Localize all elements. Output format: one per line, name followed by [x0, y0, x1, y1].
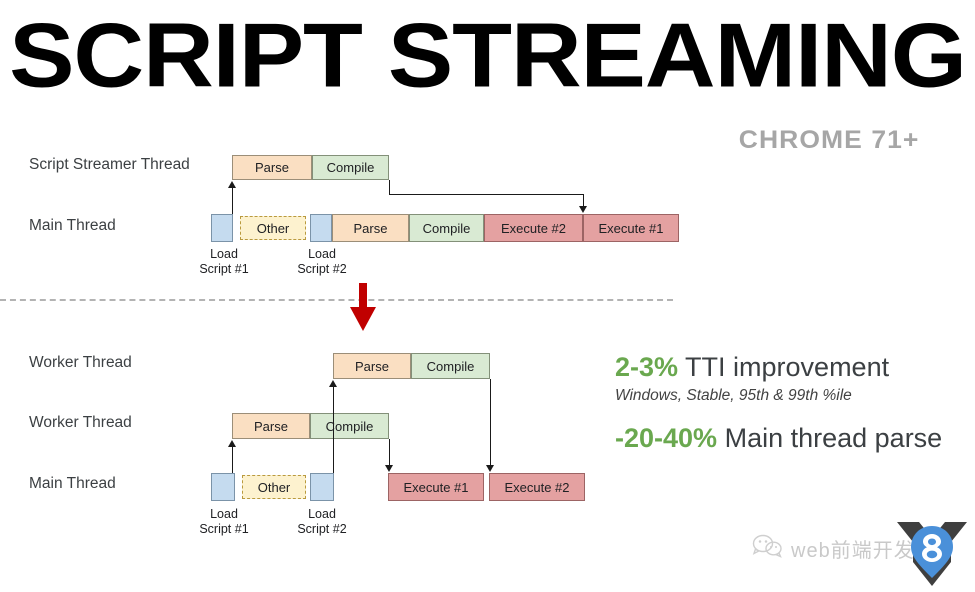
bottom-connector-load2-to-worker2-arrowhead	[329, 380, 337, 387]
top-caption-load-script-1-line1: Load	[210, 247, 238, 261]
stat-parse-label: Main thread parse	[724, 423, 943, 453]
top-connector-load1-to-parse-shaft	[232, 188, 233, 214]
bottom-connector-worker2-to-execute2-shaft	[490, 379, 491, 466]
transition-red-arrow-shaft	[359, 283, 367, 309]
bottom-connector-load1-to-worker1-shaft	[232, 447, 233, 473]
stat-tti-improvement: 2-3% TTI improvement	[615, 352, 889, 382]
bottom-row-label-main-thread: Main Thread	[29, 475, 116, 492]
bottom-caption-load-script-2: Load Script #2	[280, 507, 364, 537]
bottom-row-label-worker-thread-2: Worker Thread	[29, 354, 132, 371]
bottom-connector-worker2-to-execute2-arrowhead	[486, 465, 494, 472]
bottom-main-block-execute-2: Execute #2	[489, 473, 585, 501]
top-row-label-main-thread: Main Thread	[29, 217, 116, 234]
transition-red-arrow-head	[350, 307, 376, 331]
bottom-caption-load-script-2-line2: Script #2	[297, 522, 347, 536]
top-streamer-block-parse: Parse	[232, 155, 312, 180]
stat-parse-percentage: -20-40%	[615, 423, 718, 453]
top-connector-load1-to-parse-arrowhead	[228, 181, 236, 188]
top-main-block-parse: Parse	[332, 214, 409, 242]
bottom-connector-load1-to-worker1-arrowhead	[228, 440, 236, 447]
bottom-worker2-block-compile: Compile	[411, 353, 490, 379]
bottom-worker1-block-parse: Parse	[232, 413, 310, 439]
stat-tti-percentage: 2-3%	[615, 352, 679, 382]
top-caption-load-script-2-line2: Script #2	[297, 262, 347, 276]
top-main-block-compile: Compile	[409, 214, 484, 242]
bottom-caption-load-script-2-line1: Load	[308, 507, 336, 521]
bottom-worker2-block-parse: Parse	[333, 353, 411, 379]
top-main-block-other: Other	[240, 216, 306, 240]
top-caption-load-script-1: Load Script #1	[182, 247, 266, 277]
bottom-connector-worker1-to-execute1-shaft	[389, 439, 390, 466]
top-caption-load-script-1-line2: Script #1	[199, 262, 249, 276]
section-divider-dashed-line	[0, 299, 673, 301]
bottom-caption-load-script-1-line2: Script #1	[199, 522, 249, 536]
brand-logo-icon	[893, 516, 971, 592]
bottom-main-block-execute-1: Execute #1	[388, 473, 484, 501]
top-streamer-block-compile: Compile	[312, 155, 389, 180]
bottom-caption-load-script-1-line1: Load	[210, 507, 238, 521]
bottom-main-block-load-script-1	[211, 473, 235, 501]
stat-main-thread-parse: -20-40% Main thread parse	[615, 423, 942, 453]
top-row-label-script-streamer-thread: Script Streamer Thread	[29, 156, 190, 173]
top-connector-to-execute1-arrowhead	[579, 206, 587, 213]
top-connector-compile-horizontal	[389, 194, 584, 195]
top-main-block-execute-1: Execute #1	[583, 214, 679, 242]
top-caption-load-script-2-line1: Load	[308, 247, 336, 261]
bottom-row-label-worker-thread-1: Worker Thread	[29, 414, 132, 431]
stat-tti-subtext: Windows, Stable, 95th & 99th %ile	[615, 387, 852, 404]
stat-tti-label: TTI improvement	[685, 352, 890, 382]
bottom-main-block-load-script-2	[310, 473, 334, 501]
bottom-connector-load2-to-worker2-shaft	[333, 386, 334, 473]
bottom-worker1-block-compile: Compile	[310, 413, 389, 439]
chrome-version-subtitle: CHROME 71+	[738, 126, 919, 154]
slide-canvas: SCRIPT STREAMING CHROME 71+ Script Strea…	[0, 0, 975, 592]
bottom-connector-worker1-to-execute1-arrowhead	[385, 465, 393, 472]
top-main-block-execute-2: Execute #2	[484, 214, 583, 242]
wechat-icon	[752, 534, 782, 563]
bottom-main-block-other: Other	[242, 475, 306, 499]
bottom-caption-load-script-1: Load Script #1	[182, 507, 266, 537]
watermark: web前端开发	[752, 534, 915, 563]
top-caption-load-script-2: Load Script #2	[280, 247, 364, 277]
page-title: SCRIPT STREAMING	[9, 5, 967, 107]
top-main-block-load-script-1	[211, 214, 233, 242]
top-main-block-load-script-2	[310, 214, 332, 242]
top-connector-compile-exit-shaft	[389, 180, 390, 195]
